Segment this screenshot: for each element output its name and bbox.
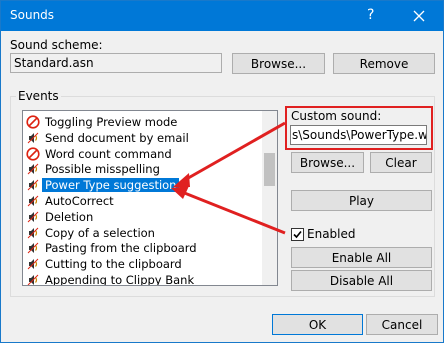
event-row[interactable]: Cutting to the clipboard	[24, 256, 262, 272]
custom-sound-field[interactable]: s\Sounds\PowerType.wav	[290, 125, 427, 145]
event-label: Appending to Clippy Bank	[45, 273, 195, 286]
event-row[interactable]: Appending to Clippy Bank	[24, 272, 262, 286]
event-row[interactable]: Word count command	[24, 146, 262, 162]
event-label: Deletion	[45, 209, 94, 224]
event-row[interactable]: Deletion	[24, 209, 262, 225]
event-row[interactable]: Pasting from the clipboard	[24, 240, 262, 256]
event-label: Toggling Preview mode	[45, 115, 178, 129]
custom-sound-label: Custom sound:	[291, 109, 382, 123]
title-bar: Sounds ?	[1, 1, 443, 31]
cancel-button[interactable]: Cancel	[366, 314, 438, 335]
sound-icon	[27, 195, 39, 207]
sound-icon	[27, 243, 39, 254]
event-label: Pasting from the clipboard	[45, 241, 197, 256]
event-label: Power Type suggestion	[42, 178, 180, 193]
event-label: Possible misspelling	[45, 162, 160, 177]
event-label: Cutting to the clipboard	[45, 257, 182, 272]
sound-icon	[27, 211, 39, 223]
enabled-label: Enabled	[307, 227, 356, 241]
events-list[interactable]: Toggling Preview mode Send document by em…	[22, 110, 278, 286]
custom-clear-button[interactable]: Clear	[370, 152, 432, 173]
event-row[interactable]: Copy of a selection	[24, 225, 262, 241]
sound-icon	[27, 164, 39, 175]
events-group-label: Events	[16, 89, 61, 103]
scheme-field[interactable]: Standard.asn	[10, 53, 222, 73]
event-row[interactable]: Send document by email	[24, 130, 262, 146]
sound-icon	[27, 258, 39, 270]
sound-icon	[27, 132, 39, 144]
ok-button[interactable]: OK	[272, 314, 363, 335]
sound-icon	[27, 227, 39, 238]
event-label: Send document by email	[45, 130, 189, 145]
sound-icon	[27, 179, 39, 191]
event-label: Copy of a selection	[45, 225, 155, 240]
enabled-checkbox[interactable]	[291, 228, 304, 241]
events-scrollbar[interactable]	[262, 111, 277, 285]
event-row[interactable]: Possible misspelling	[24, 161, 262, 177]
event-label: AutoCorrect	[45, 194, 114, 208]
scheme-browse-button[interactable]: Browse...	[232, 53, 325, 74]
sounds-dialog: Sounds ? Sound scheme: Standard.asn Brow…	[0, 0, 444, 343]
event-row[interactable]: AutoCorrect	[24, 193, 262, 209]
enable-all-button[interactable]: Enable All	[291, 247, 432, 268]
custom-browse-button[interactable]: Browse...	[291, 152, 364, 173]
play-button[interactable]: Play	[291, 190, 432, 211]
close-icon[interactable]	[404, 5, 434, 27]
no-sound-icon	[26, 146, 40, 161]
scrollbar-thumb[interactable]	[264, 153, 275, 186]
no-sound-icon	[26, 115, 40, 129]
scheme-label: Sound scheme:	[10, 38, 103, 52]
sound-icon	[27, 274, 39, 285]
event-label: Word count command	[45, 146, 172, 161]
event-row[interactable]: Power Type suggestion	[24, 177, 262, 193]
help-icon[interactable]: ?	[367, 7, 374, 23]
window-title: Sounds	[10, 8, 55, 22]
disable-all-button[interactable]: Disable All	[291, 270, 432, 291]
event-row[interactable]: Toggling Preview mode	[24, 114, 262, 130]
scheme-remove-button[interactable]: Remove	[333, 53, 435, 74]
checkmark-icon	[293, 230, 302, 239]
